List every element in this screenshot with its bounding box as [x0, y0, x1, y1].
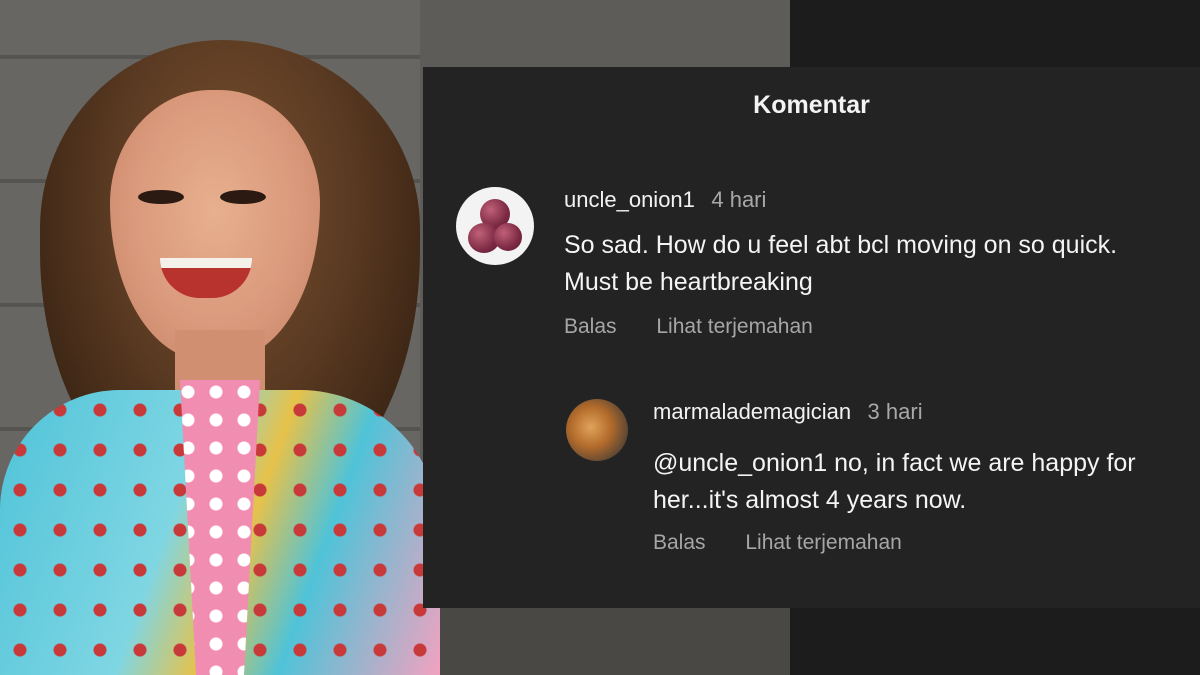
person-face	[110, 90, 320, 360]
floor-area	[420, 600, 790, 675]
person-right-eye	[220, 190, 266, 204]
reply-button[interactable]: Balas	[653, 531, 706, 554]
onion-icon	[494, 223, 522, 251]
avatar[interactable]	[456, 187, 534, 265]
comment-timestamp: 3 hari	[867, 399, 923, 424]
comment-meta: uncle_onion1 4 hari	[564, 187, 766, 213]
see-translation-button[interactable]: Lihat terjemahan	[656, 315, 812, 338]
reply-button[interactable]: Balas	[564, 315, 617, 338]
comment-actions: Balas Lihat terjemahan	[564, 315, 813, 339]
comment-username[interactable]: marmalademagician	[653, 399, 851, 424]
panel-title: Komentar	[753, 91, 870, 119]
comment-text: So sad. How do u feel abt bcl moving on …	[564, 231, 1118, 296]
comments-panel: Komentar uncle_onion1 4 hari So sad. How…	[423, 67, 1200, 608]
comment-text: @uncle_onion1 no, in fact we are happy f…	[653, 449, 1136, 514]
comment-meta: marmalademagician 3 hari	[653, 399, 923, 425]
avatar[interactable]	[566, 399, 628, 461]
person-left-eye	[138, 190, 184, 204]
comment-actions: Balas Lihat terjemahan	[653, 531, 902, 555]
see-translation-button[interactable]: Lihat terjemahan	[745, 531, 901, 554]
comment-username[interactable]: uncle_onion1	[564, 187, 695, 212]
comment-timestamp: 4 hari	[711, 187, 767, 212]
